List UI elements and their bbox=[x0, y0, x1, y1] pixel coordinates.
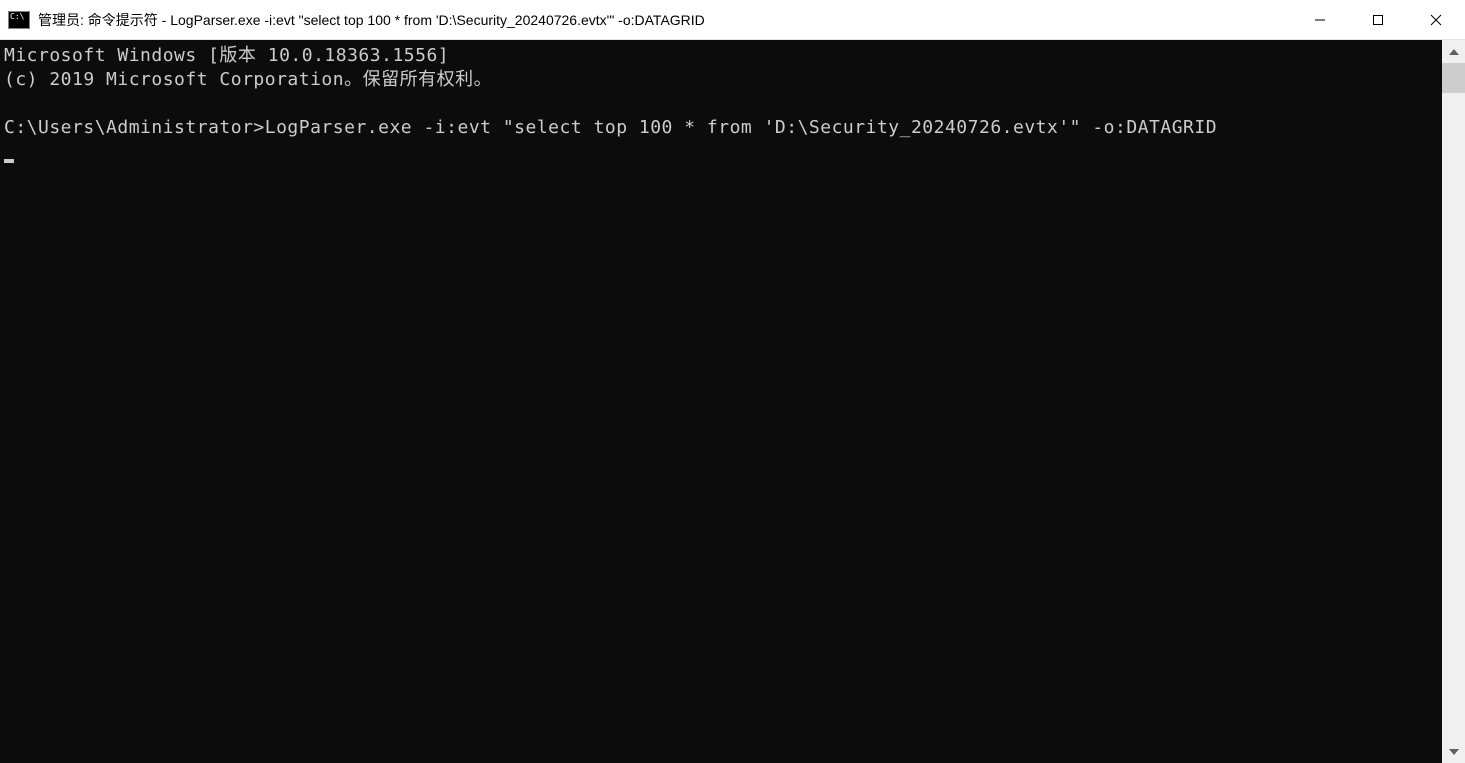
vertical-scrollbar[interactable] bbox=[1442, 40, 1465, 763]
maximize-button[interactable] bbox=[1349, 0, 1407, 39]
cmd-icon bbox=[8, 11, 30, 29]
scroll-track[interactable] bbox=[1442, 63, 1465, 740]
window-title: 管理员: 命令提示符 - LogParser.exe -i:evt "selec… bbox=[38, 10, 1291, 30]
console-line-copyright: (c) 2019 Microsoft Corporation。保留所有权利。 bbox=[4, 69, 492, 90]
minimize-button[interactable] bbox=[1291, 0, 1349, 39]
console-prompt-line: C:\Users\Administrator>LogParser.exe -i:… bbox=[4, 117, 1217, 138]
console-command: LogParser.exe -i:evt "select top 100 * f… bbox=[265, 117, 1217, 138]
titlebar[interactable]: 管理员: 命令提示符 - LogParser.exe -i:evt "selec… bbox=[0, 0, 1465, 40]
scroll-down-button[interactable] bbox=[1442, 740, 1465, 763]
console-area[interactable]: Microsoft Windows [版本 10.0.18363.1556] (… bbox=[0, 40, 1442, 763]
scroll-thumb[interactable] bbox=[1442, 63, 1465, 93]
console-wrapper: Microsoft Windows [版本 10.0.18363.1556] (… bbox=[0, 40, 1465, 763]
console-line-version: Microsoft Windows [版本 10.0.18363.1556] bbox=[4, 45, 449, 66]
console-prompt: C:\Users\Administrator> bbox=[4, 117, 265, 138]
window-controls bbox=[1291, 0, 1465, 39]
close-button[interactable] bbox=[1407, 0, 1465, 39]
scroll-up-button[interactable] bbox=[1442, 40, 1465, 63]
console-cursor bbox=[4, 159, 14, 163]
